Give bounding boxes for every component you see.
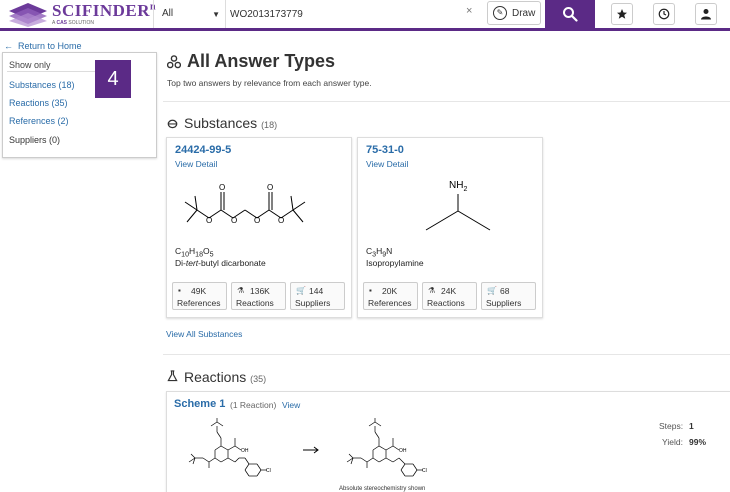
yield-label: Yield: [662, 437, 683, 447]
substance-card: 75-31-0 View Detail NH2 C3H9N Isopropyla… [357, 137, 543, 318]
draw-label: Draw [512, 8, 536, 19]
search-icon [563, 7, 578, 22]
account-button[interactable] [695, 3, 717, 25]
flask-icon: ⚗ [428, 286, 436, 295]
scifinder-logo[interactable]: SCIFINDERn A CAS SOLUTION [8, 1, 156, 29]
book-icon: ▪ [369, 286, 372, 295]
view-detail-link[interactable]: View Detail [366, 159, 408, 169]
show-only-filter-panel: Show only Substances (18) Reactions (35)… [2, 52, 157, 158]
structure-image[interactable]: O O O O O O [173, 176, 347, 242]
atom-label: O [231, 216, 237, 225]
reactions-count-button[interactable]: ⚗ 24K Reactions [422, 282, 477, 310]
substance-card: 24424-99-5 View Detail O O O O O O C10H1… [166, 137, 352, 318]
divider [163, 354, 730, 355]
substance-name: Isopropylamine [366, 258, 424, 268]
substance-icon [167, 119, 178, 129]
reaction-diagram[interactable]: OH Cl OH Cl [181, 418, 481, 492]
history-button[interactable] [653, 3, 675, 25]
substances-section-title: Substances (18) [184, 115, 278, 131]
step-number-badge: 4 [95, 60, 131, 98]
structure-image[interactable]: NH2 [364, 176, 538, 242]
page-title: All Answer Types [187, 51, 336, 71]
page-subtitle: Top two answers by relevance from each a… [167, 78, 372, 88]
yield-value: 99% [689, 437, 707, 447]
flask-icon [167, 370, 178, 382]
filter-references[interactable]: References (2) [9, 116, 69, 126]
steps-label: Steps: [659, 421, 684, 431]
divider [225, 0, 226, 28]
caret-down-icon: ▼ [212, 10, 220, 19]
return-to-home-link[interactable]: ← Return to Home [4, 41, 82, 51]
atom-label: Cl [422, 468, 427, 474]
atom-label: O [219, 183, 225, 192]
logo-subtitle: A CAS SOLUTION [52, 20, 94, 26]
atom-label: O [278, 216, 284, 225]
filter-suppliers: Suppliers (0) [9, 135, 61, 145]
user-icon [701, 9, 711, 20]
molecular-formula: C3H9N [366, 246, 393, 259]
reactions-count-button[interactable]: ⚗ 136K Reactions [231, 282, 286, 310]
atom-label: OH [241, 448, 249, 454]
atom-label: O [254, 216, 260, 225]
steps-value: 1 [689, 421, 694, 431]
atom-label: OH [399, 448, 407, 454]
atom-label: O [267, 183, 273, 192]
view-detail-link[interactable]: View Detail [175, 159, 217, 169]
atom-label: Cl [266, 468, 271, 474]
flask-icon: ⚗ [237, 286, 245, 295]
clock-icon [658, 8, 670, 20]
search-button[interactable] [545, 0, 595, 28]
suppliers-count-button[interactable]: 🛒 68 Suppliers [481, 282, 536, 310]
cart-icon: 🛒 [487, 286, 497, 295]
clear-icon[interactable]: × [466, 5, 472, 17]
molecular-formula: C10H18O5 [175, 246, 214, 259]
top-bar: SCIFINDERn A CAS SOLUTION All ▼ × ✎ Draw [0, 0, 730, 31]
stereochemistry-note: Absolute stereochemistry shown [339, 486, 426, 492]
amine-label: NH2 [449, 180, 467, 193]
references-count-button[interactable]: ▪ 49K References [172, 282, 227, 310]
draw-button[interactable]: ✎ Draw [487, 1, 541, 25]
scope-value: All [162, 8, 174, 19]
divider [7, 71, 99, 72]
reaction-scheme-card: Scheme 1 (1 Reaction) View OH Cl OH Cl A… [166, 391, 730, 492]
filter-reactions[interactable]: Reactions (35) [9, 98, 68, 108]
references-count-button[interactable]: ▪ 20K References [363, 282, 418, 310]
divider [153, 0, 154, 28]
filter-substances[interactable]: Substances (18) [9, 80, 75, 90]
logo-mark-icon [9, 3, 47, 27]
arrow-left-icon: ← [4, 41, 13, 51]
view-all-substances-link[interactable]: View All Substances [166, 329, 242, 339]
divider [163, 101, 730, 102]
atom-label: O [206, 216, 212, 225]
logo-text: SCIFINDERn [52, 1, 156, 20]
search-scope-select[interactable]: All ▼ [158, 4, 222, 24]
cas-number-link[interactable]: 24424-99-5 [175, 144, 231, 156]
pencil-icon: ✎ [493, 6, 507, 20]
cart-icon: 🛒 [296, 286, 306, 295]
suppliers-count-button[interactable]: 🛒 144 Suppliers [290, 282, 345, 310]
book-icon: ▪ [178, 286, 181, 295]
answer-types-icon [167, 55, 181, 69]
show-only-label: Show only [9, 60, 51, 70]
scheme-title-link[interactable]: Scheme 1 [174, 398, 225, 410]
search-input[interactable] [230, 4, 470, 24]
reactions-section-title: Reactions (35) [184, 369, 267, 385]
favorites-button[interactable] [611, 3, 633, 25]
star-icon [617, 9, 627, 19]
scheme-reaction-count: (1 Reaction) [230, 400, 277, 410]
substance-name: Di-tert-butyl dicarbonate [175, 258, 266, 268]
scheme-view-link[interactable]: View [282, 400, 300, 410]
cas-number-link[interactable]: 75-31-0 [366, 144, 404, 156]
